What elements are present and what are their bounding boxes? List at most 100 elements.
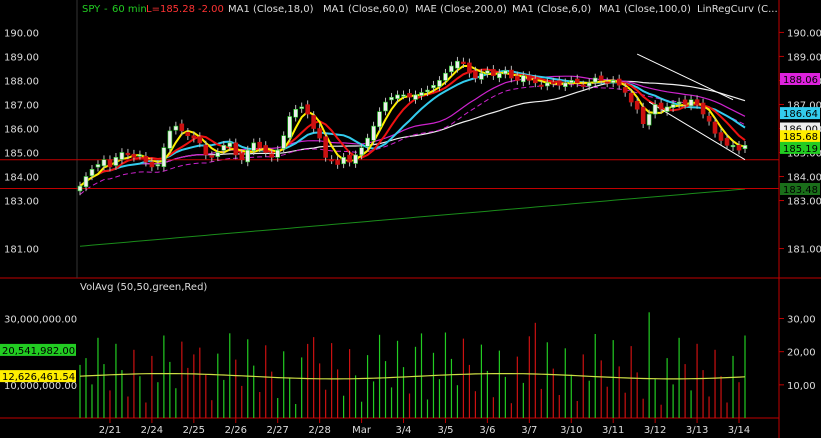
change-label: -2.00 xyxy=(198,4,224,15)
interval-value: 60 min xyxy=(112,4,147,15)
candle-body xyxy=(77,185,83,192)
price-box-label: 188.06 xyxy=(783,75,818,86)
date-tick-label: 2/24 xyxy=(141,425,163,436)
candle-body xyxy=(443,72,448,81)
candle-body xyxy=(401,94,406,97)
study-ma100-label: MA1 (Close,100,0) xyxy=(599,4,691,15)
candle-body xyxy=(706,115,712,122)
long-ma-line xyxy=(79,188,746,247)
study-ma6-label: MA1 (Close,6,0) xyxy=(512,4,591,15)
candle-body xyxy=(161,147,167,167)
candle-body xyxy=(592,77,598,83)
price-tick-label-left: 189.00 xyxy=(4,52,39,63)
candle-body xyxy=(323,136,328,158)
price-tick-label-right: 181.00 xyxy=(787,245,821,256)
candle-body xyxy=(179,123,185,132)
candle-body xyxy=(395,94,400,100)
candle-body xyxy=(514,75,520,81)
candle-body xyxy=(568,80,574,84)
candle-body xyxy=(269,153,275,158)
price-tick-label-left: 187.00 xyxy=(4,101,39,112)
candle-body xyxy=(167,130,173,149)
candle-body xyxy=(185,132,191,137)
candle-body xyxy=(538,84,544,87)
volume-average-line xyxy=(79,373,746,380)
candle-body xyxy=(688,99,694,107)
candle-body xyxy=(616,78,622,86)
candle-body xyxy=(101,159,107,167)
candle-body xyxy=(221,145,227,151)
date-tick-label: 3/13 xyxy=(686,425,708,436)
price-tick-label-right: 183.00 xyxy=(787,197,821,208)
candle-body xyxy=(670,104,676,108)
candle-body xyxy=(544,82,550,87)
price-tick-label-left: 184.00 xyxy=(4,173,39,184)
candle-body xyxy=(520,75,526,83)
candle-body xyxy=(311,115,316,129)
candle-body xyxy=(143,156,149,163)
price-tick-label-left: 183.00 xyxy=(4,197,39,208)
candle-body xyxy=(413,94,418,100)
price-tick-label-left: 181.00 xyxy=(4,245,39,256)
price-tick-label-left: 186.00 xyxy=(4,125,39,136)
candle-body xyxy=(305,104,311,115)
price-box-label: 186.64 xyxy=(783,109,818,120)
candle-body xyxy=(287,116,293,139)
candle-body xyxy=(275,149,281,158)
candle-body xyxy=(431,85,436,89)
date-tick-label: 2/26 xyxy=(225,425,247,436)
price-box-label: 183.48 xyxy=(783,185,818,196)
candle-body xyxy=(610,80,616,84)
candle-body xyxy=(574,78,580,84)
date-tick-label: 3/7 xyxy=(521,425,537,436)
chart-frame xyxy=(0,0,821,438)
study-ma60-label: MA1 (Close,60,0) xyxy=(323,4,409,15)
candle-body xyxy=(113,157,119,166)
candle-body xyxy=(293,109,299,118)
candle-body xyxy=(239,153,245,160)
candle-body xyxy=(263,145,269,153)
date-tick-label: 3/10 xyxy=(560,425,582,436)
date-tick-label: 3/11 xyxy=(602,425,624,436)
volume-tick-label-right: 30,00 xyxy=(787,315,816,326)
candle-body xyxy=(556,80,562,86)
candle-body xyxy=(371,125,376,141)
study-linreg-label: LinRegCurv (C... xyxy=(697,4,778,15)
study-mae200-label: MAE (Close,200,0) xyxy=(415,4,507,15)
candle-body xyxy=(628,92,634,103)
candle-body xyxy=(550,81,556,84)
candle-body xyxy=(335,160,340,165)
price-tick-label-left: 185.00 xyxy=(4,149,39,160)
candle-body xyxy=(425,89,430,93)
candle-body xyxy=(634,101,640,110)
volume-tick-label-right: 10,00 xyxy=(787,381,816,392)
candle-body xyxy=(389,97,394,101)
candle-body xyxy=(365,137,370,147)
candle-body xyxy=(209,155,215,158)
candle-body xyxy=(227,142,233,147)
candle-body xyxy=(437,80,442,87)
candle-body xyxy=(245,149,250,163)
candle-body xyxy=(491,69,496,76)
candle-body xyxy=(646,113,652,126)
volume-study-label: VolAvg (50,50,green,Red) xyxy=(80,282,207,293)
price-tick-label-right: 189.00 xyxy=(787,52,821,63)
date-tick-label: Mar xyxy=(352,425,372,436)
candle-body xyxy=(664,106,670,112)
volume-box-label: 12,626,461.54 xyxy=(2,372,75,383)
candle-body xyxy=(586,82,592,87)
candle-body xyxy=(503,70,508,75)
candle-body xyxy=(658,102,664,110)
interval-label: - xyxy=(104,4,108,15)
candle-body xyxy=(383,101,388,112)
candle-body xyxy=(89,169,95,177)
trend-line-upper xyxy=(636,53,734,101)
candle-body xyxy=(257,141,263,148)
candle-body xyxy=(676,101,682,105)
candle-body xyxy=(449,65,454,73)
date-tick-label: 3/12 xyxy=(644,425,666,436)
candle-body xyxy=(526,75,532,81)
date-tick-label: 2/25 xyxy=(183,425,205,436)
candle-body xyxy=(455,60,460,69)
date-tick-label: 2/21 xyxy=(99,425,121,436)
